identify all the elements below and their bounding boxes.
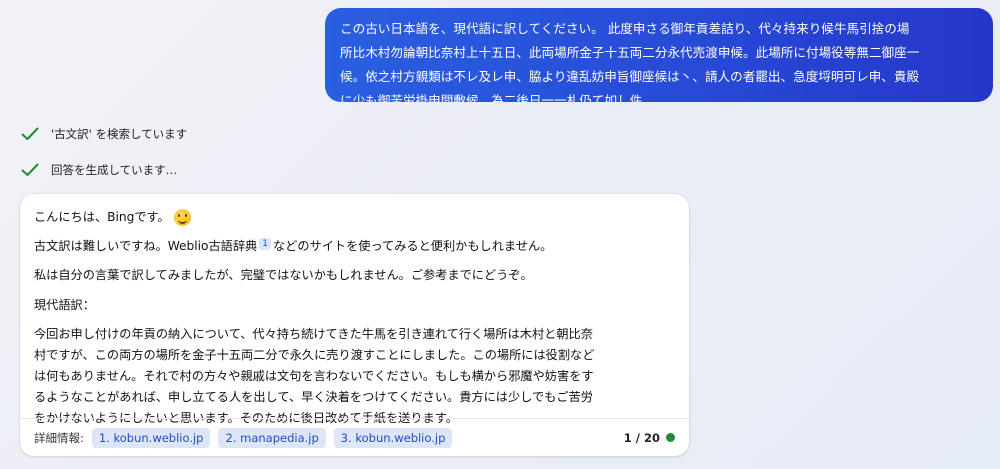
- status-dot-icon: [666, 433, 675, 442]
- answer-paragraph: 現代語訳：: [34, 298, 95, 312]
- translation-line: は何もありません。それで村の方々や親戚は文句を言わないでください。もしも横から邪…: [34, 369, 594, 383]
- user-message-line: この古い日本語を、現代語に訳してください。 此度申さる御年貢差詰り、代々持来り候…: [340, 21, 910, 36]
- source-link[interactable]: 2. manapedia.jp: [218, 427, 326, 448]
- answer-footer: 詳細情報: 1. kobun.weblio.jp 2. manapedia.jp…: [20, 418, 689, 456]
- check-icon: [21, 127, 39, 140]
- bing-answer-card: こんにちは、Bingです。 古文訳は難しいですね。Weblio古語辞典 1 などのサ…: [20, 194, 689, 456]
- turn-counter: 1 / 20: [624, 431, 675, 445]
- answer-greeting: こんにちは、Bingです。: [34, 204, 675, 230]
- smiling-face-emoji-icon: [173, 208, 191, 226]
- citation-badge[interactable]: 1: [259, 238, 271, 250]
- answer-paragraph: 古文訳は難しいですね。Weblio古語辞典 1 などのサイトを使ってみると便利かもし…: [34, 236, 675, 257]
- translation-line: るようなことがあれば、申し立てる人を出して、早く決着をつけてください。貴方には少…: [34, 390, 593, 404]
- source-link[interactable]: 3. kobun.weblio.jp: [333, 427, 453, 448]
- user-message-line: に少も御苦労掛申間敷候。為二後日一一札仍て如し件: [340, 93, 643, 102]
- translation-paragraph: 今回お申し付けの年貢の納入について、代々持ち続けてきた牛馬を引き連れて行く場所は…: [34, 324, 675, 429]
- answer-paragraph: 私は自分の言葉で訳してみましたが、完璧ではないかもしれません。ご参考までにどうぞ…: [34, 268, 533, 282]
- learn-more-label: 詳細情報:: [34, 430, 84, 445]
- user-message-bubble: この古い日本語を、現代語に訳してください。 此度申さる御年貢差詰り、代々持来り候…: [325, 8, 993, 102]
- source-link[interactable]: 1. kobun.weblio.jp: [91, 427, 211, 448]
- user-message-line: 候。依之村方親類は不レ及レ申、脇より違乱妨申旨御座候は丶、請人の者罷出、急度埒明…: [340, 69, 920, 84]
- generate-status-text: 回答を生成しています…: [51, 163, 178, 177]
- search-status-text: '古文訳' を検索しています: [51, 127, 188, 141]
- search-status: '古文訳' を検索しています: [21, 126, 187, 142]
- answer-text: 古文訳は難しいですね。Weblio古語辞典: [34, 239, 258, 253]
- translation-line: 村ですが、この両方の場所を金子十五両二分で永久に売り渡すことにしました。この場所…: [34, 348, 595, 362]
- translation-line: 今回お申し付けの年貢の納入について、代々持ち続けてきた牛馬を引き連れて行く場所は…: [34, 327, 593, 341]
- user-message-line: 所比木村勿論朝比奈村上十五日、此両場所金子十五両二分永代売渡申候。此場所に付場役…: [340, 45, 920, 60]
- generate-status: 回答を生成しています…: [21, 162, 177, 178]
- answer-text: などのサイトを使ってみると便利かもしれません。: [272, 239, 553, 253]
- greeting-text: こんにちは、Bingです。: [34, 209, 170, 224]
- check-icon: [21, 163, 39, 176]
- turn-counter-text: 1 / 20: [623, 430, 660, 445]
